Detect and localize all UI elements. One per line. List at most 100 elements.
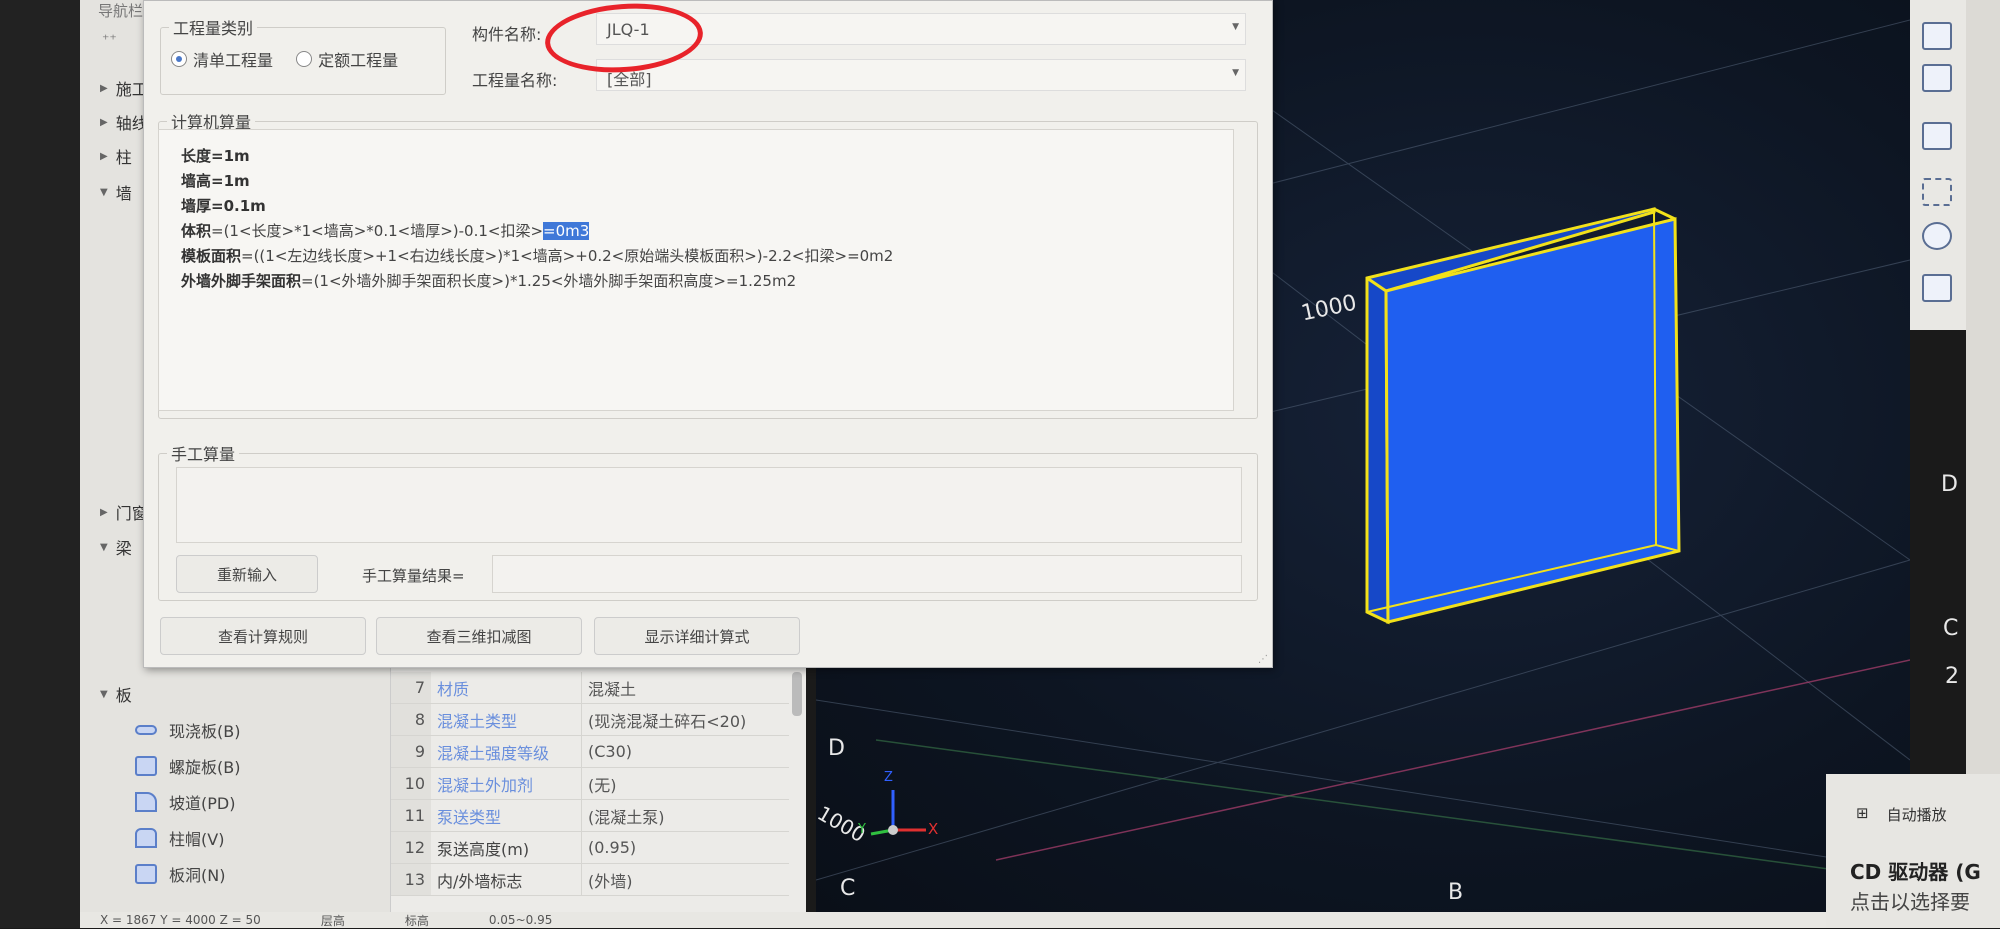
nav-item-beam[interactable]: ▼ 梁 <box>100 535 132 559</box>
radio-bill-quantity[interactable]: 清单工程量 <box>171 47 273 71</box>
table-row[interactable]: 11 泵送类型 (混凝土泵) <box>391 800 789 832</box>
nav-sub-column-cap[interactable]: 柱帽(V) <box>135 826 224 850</box>
calc-line-volume: 体积=(1<长度>*1<墙高>*0.1<墙厚>)-0.1<扣梁>=0m3 <box>181 222 590 240</box>
nav-label: 柱 <box>115 148 132 167</box>
show-detailed-formula-button[interactable]: 显示详细计算式 <box>594 617 800 655</box>
table-row[interactable]: 7 材质 混凝土 <box>391 672 789 704</box>
nav-sub-label: 坡道(PD) <box>169 794 236 813</box>
table-row[interactable]: 9 混凝土强度等级 (C30) <box>391 736 789 768</box>
wall-front-face <box>1384 217 1681 624</box>
autoplay-notification[interactable]: ⊞ 自动播放 CD 驱动器 (G 点击以选择要 <box>1826 774 2000 928</box>
3d-box-icon[interactable] <box>1922 64 1952 92</box>
table-row[interactable]: 10 混凝土外加剂 (无) <box>391 768 789 800</box>
collapse-arrow-icon: ▼ <box>100 186 108 198</box>
reinput-button[interactable]: 重新输入 <box>176 555 318 593</box>
property-table: 7 材质 混凝土 8 混凝土类型 (现浇混凝土碎石<20) 9 混凝土强度等级 (C30) … <box>390 668 806 912</box>
nav-item-wall[interactable]: ▼ 墙 <box>100 180 132 204</box>
expand-arrow-icon: ▶ <box>100 150 108 162</box>
manual-calc-input[interactable] <box>176 467 1242 543</box>
expand-arrow-icon: ▶ <box>100 116 108 128</box>
property-value[interactable]: (现浇混凝土碎石<20) <box>581 704 746 735</box>
nav-sub-label: 现浇板(B) <box>169 722 241 741</box>
gizmo-x-label: X <box>928 820 939 838</box>
cast-slab-icon <box>135 725 157 735</box>
property-value[interactable]: 混凝土 <box>581 672 636 703</box>
property-value[interactable]: (外墙) <box>581 864 633 895</box>
property-name: 混凝土外加剂 <box>437 775 534 795</box>
property-name: 泵送类型 <box>437 807 502 827</box>
nav-sub-spiral-slab[interactable]: 螺旋板(B) <box>135 754 240 778</box>
view-3d-deduction-button[interactable]: 查看三维扣减图 <box>376 617 582 655</box>
expand-arrow-icon: ▶ <box>100 82 108 94</box>
nav-sub-label: 螺旋板(B) <box>169 758 241 777</box>
component-name-label: 构件名称: <box>472 25 542 44</box>
table-row[interactable]: 13 内/外墙标志 (外墙) <box>391 864 789 896</box>
floor-height-label: 层高 <box>320 913 345 928</box>
resize-grip-icon[interactable]: ⋰ <box>1258 654 1268 665</box>
view-calc-rules-button[interactable]: 查看计算规则 <box>160 617 366 655</box>
nav-sub-cast-slab[interactable]: 现浇板(B) <box>135 718 240 742</box>
nav-sub-ramp[interactable]: 坡道(PD) <box>135 790 235 814</box>
axis-label-D: D <box>828 736 845 761</box>
group-legend: 手工算量 <box>171 445 236 464</box>
collapse-arrow-icon: ▼ <box>100 541 108 553</box>
quantity-category-group: 工程量类别 清单工程量 定额工程量 <box>160 15 446 95</box>
axis-line-green <box>875 739 1911 881</box>
dropdown-arrow-icon: ▼ <box>1232 68 1239 78</box>
calc-line-length: 长度=1m <box>181 147 250 165</box>
elevation-range: 0.05~0.95 <box>488 913 553 927</box>
property-scrollbar[interactable] <box>792 672 802 716</box>
selected-result: =0m3 <box>543 222 590 240</box>
2d-view-icon[interactable] <box>1922 22 1952 50</box>
calc-line-formwork: 模板面积=((1<左边线长度>+1<右边线长度>)*1<墙高>+0.2<原始端头… <box>181 247 894 265</box>
axis-label-2: 2 <box>1945 664 1959 689</box>
nav-label: 板 <box>115 686 132 705</box>
elevation-label: 标高 <box>404 913 429 928</box>
nav-item-column[interactable]: ▶ 柱 <box>100 144 132 168</box>
quantity-name-label: 工程量名称: <box>472 71 558 90</box>
manual-result-label: 手工算量结果= <box>362 567 465 585</box>
nav-title: 导航栏 <box>98 2 144 20</box>
property-value[interactable]: (0.95) <box>581 832 636 863</box>
nav-item-door-window[interactable]: ▶ 门窗 <box>100 500 148 524</box>
status-bar: X = 1867 Y = 4000 Z = 50 层高 标高 0.05~0.95 <box>80 912 1966 928</box>
group-legend: 工程量类别 <box>173 19 254 38</box>
cube-view-icon[interactable] <box>1922 122 1952 150</box>
gizmo-z-label: Z <box>884 770 893 785</box>
property-name: 混凝土强度等级 <box>437 743 550 763</box>
property-value[interactable]: (无) <box>581 768 617 799</box>
autoplay-icon: ⊞ <box>1856 804 1869 822</box>
column-cap-icon <box>135 828 157 848</box>
property-value[interactable]: (混凝土泵) <box>581 800 665 831</box>
calc-line-thickness: 墙厚=0.1m <box>181 197 266 215</box>
row-number: 11 <box>391 800 431 831</box>
row-number: 7 <box>391 672 431 703</box>
radio-unselected-icon <box>296 51 313 67</box>
quantity-dialog: 工程量类别 清单工程量 定额工程量 构件名称: JLQ-1 ▼ 工程量名称: [全… <box>143 0 1273 668</box>
quantity-value: [全部] <box>607 70 652 89</box>
orbit-icon[interactable] <box>1922 222 1952 250</box>
spiral-slab-icon <box>135 756 157 776</box>
axis-label-B: B <box>1448 880 1464 905</box>
zoom-extents-icon[interactable] <box>1922 178 1952 206</box>
nav-item-slab[interactable]: ▼ 板 <box>100 682 132 706</box>
expand-arrow-icon: ▶ <box>100 506 108 518</box>
radio-quota-quantity[interactable]: 定额工程量 <box>296 47 398 71</box>
nav-sub-slab-hole[interactable]: 板洞(N) <box>135 862 225 886</box>
calc-line-scaffold: 外墙外脚手架面积=(1<外墙外脚手架面积长度>)*1.25<外墙外脚手架面积高度… <box>181 272 797 290</box>
property-name: 混凝土类型 <box>437 711 518 731</box>
axis-line-red <box>995 659 1911 861</box>
axis-gizmo <box>870 790 926 836</box>
pin-icon[interactable]: ⁺⁺ <box>102 32 117 48</box>
nav-item-axis[interactable]: ▶ 轴线 <box>100 110 148 134</box>
quantity-name-combo[interactable]: [全部] ▼ <box>596 59 1246 91</box>
property-value[interactable]: (C30) <box>581 736 632 767</box>
list-settings-icon[interactable] <box>1922 274 1952 302</box>
table-row[interactable]: 12 泵送高度(m) (0.95) <box>391 832 789 864</box>
computer-calc-text[interactable]: 长度=1m 墙高=1m 墙厚=0.1m 体积=(1<长度>*1<墙高>*0.1<… <box>158 129 1234 411</box>
manual-result-field[interactable] <box>492 555 1242 593</box>
nav-item-construction[interactable]: ▶ 施工 <box>100 76 148 100</box>
nav-sub-label: 柱帽(V) <box>169 830 225 849</box>
gizmo-y-label: Y <box>858 822 866 837</box>
table-row[interactable]: 8 混凝土类型 (现浇混凝土碎石<20) <box>391 704 789 736</box>
